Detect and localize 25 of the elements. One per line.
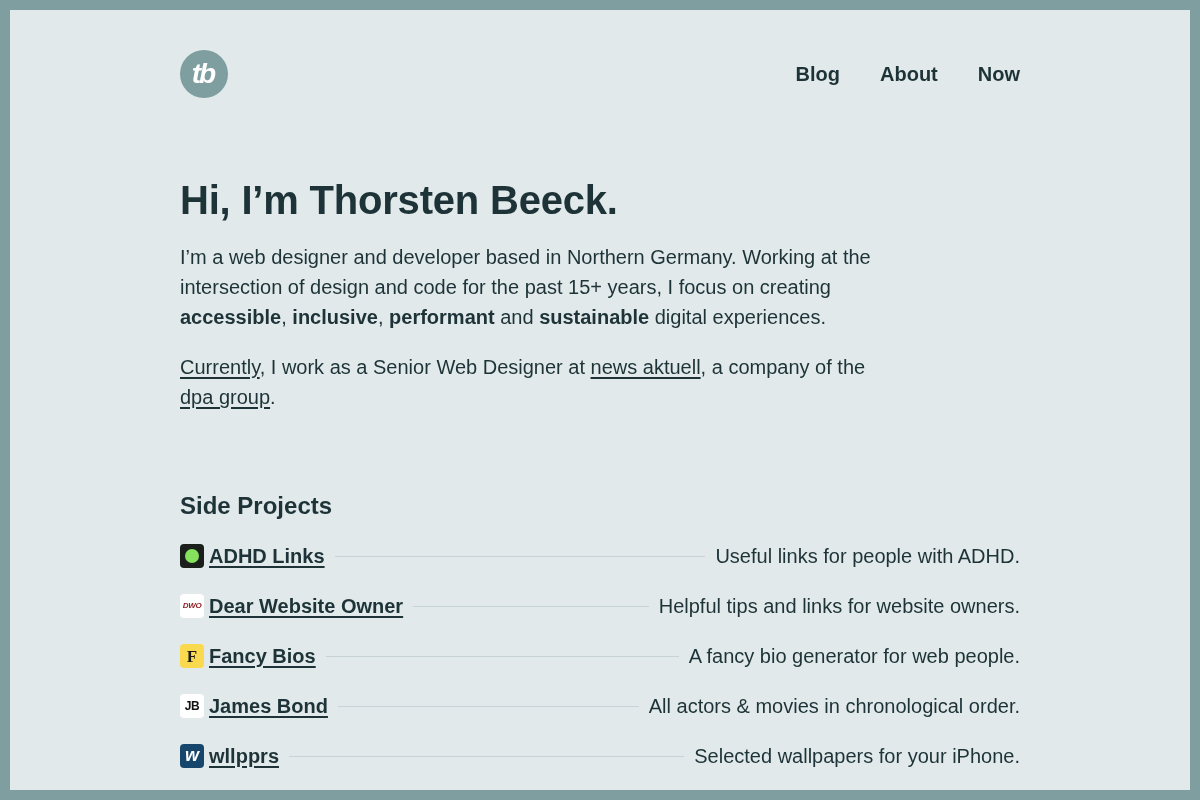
dot-logo-icon bbox=[180, 544, 204, 568]
text-link[interactable]: news aktuell bbox=[590, 356, 701, 378]
project-link[interactable]: wllpprs bbox=[209, 744, 279, 768]
project-link[interactable]: Dear Website Owner bbox=[209, 594, 404, 618]
hero-heading: Hi, I’m Thorsten Beeck. bbox=[180, 177, 619, 224]
text-link[interactable]: dpa group bbox=[180, 386, 271, 408]
employment-paragraph: Currently, I work as a Senior Web Designer at news aktuell, a company of the dpa group. bbox=[180, 355, 867, 410]
project-description: Selected wallpapers for your iPhone. bbox=[694, 744, 1020, 768]
monogram-icon: w bbox=[180, 744, 204, 768]
monogram-icon: JB bbox=[180, 694, 204, 718]
project-description: Useful links for people with ADHD. bbox=[715, 544, 1020, 568]
project-description: All actors & movies in chronological order. bbox=[648, 694, 1020, 718]
project-link[interactable]: James Bond bbox=[209, 694, 328, 718]
intro-paragraph: I’m a web designer and developer based in Northern Germany. Working at the intersection of design and code for the past 15+ years, I focus on creating accessible, inclusive, performant and sustainable digital experiences. bbox=[180, 245, 872, 330]
project-link[interactable]: Fancy Bios bbox=[209, 644, 316, 668]
monogram-icon: DWO bbox=[180, 594, 204, 618]
monogram-icon: F bbox=[180, 644, 204, 668]
text-link[interactable]: Currently bbox=[180, 356, 260, 378]
section-heading: Side Projects bbox=[180, 491, 334, 521]
nav-link[interactable]: Blog bbox=[795, 62, 840, 86]
nav-link[interactable]: About bbox=[880, 62, 938, 86]
nav-link[interactable]: Now bbox=[977, 62, 1020, 86]
project-description: A fancy bio generator for web people. bbox=[688, 644, 1020, 668]
project-link[interactable]: ADHD Links bbox=[209, 544, 325, 568]
project-description: Helpful tips and links for website owners. bbox=[658, 594, 1020, 618]
